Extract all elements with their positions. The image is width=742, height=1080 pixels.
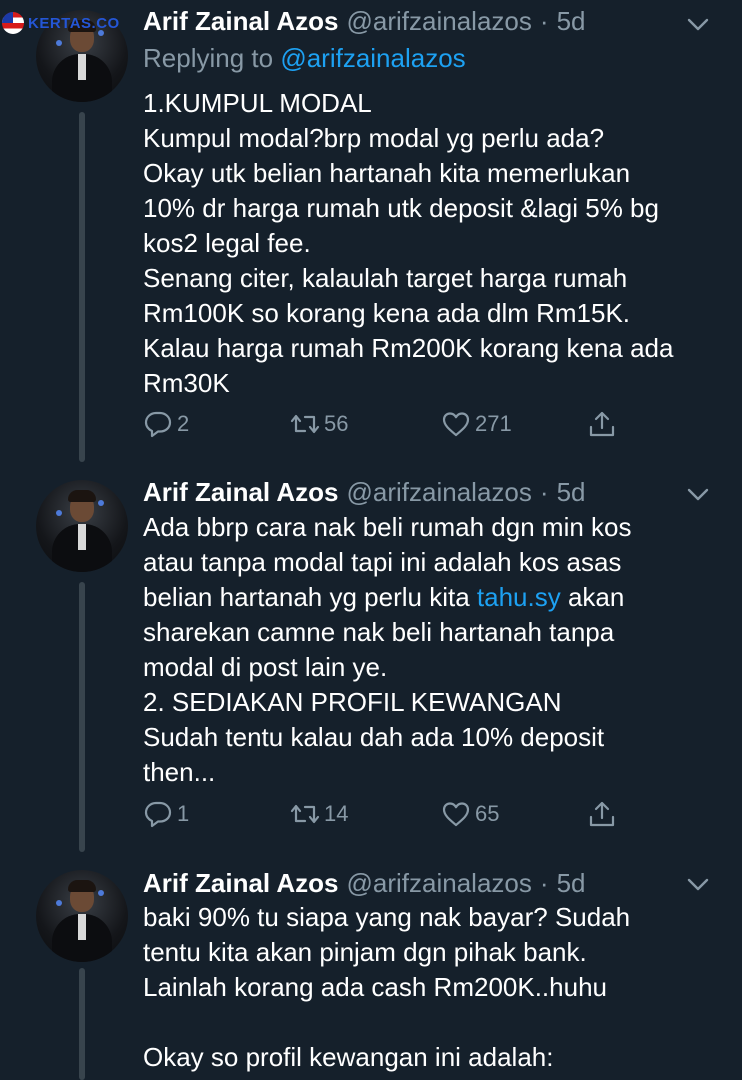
watermark: KERTAS.CO	[2, 12, 120, 34]
heart-icon	[442, 412, 470, 437]
separator-dot: ·	[539, 6, 549, 36]
username-handle[interactable]: @arifzainalazos	[347, 6, 532, 37]
timestamp[interactable]: 5d	[557, 477, 586, 508]
tweet-header: Arif Zainal Azos @arifzainalazos · 5d	[143, 868, 585, 899]
retweet-button[interactable]: 56	[290, 409, 348, 439]
tweet-header: Arif Zainal Azos @arifzainalazos · 5d	[143, 6, 585, 37]
replying-to: Replying to @arifzainalazos	[143, 43, 466, 74]
share-button[interactable]	[587, 409, 617, 439]
reply-count: 1	[177, 801, 190, 826]
separator-dot: ·	[539, 477, 549, 507]
tweet-text: baki 90% tu siapa yang nak bayar? Sudah …	[143, 902, 631, 1072]
replying-to-label: Replying to	[143, 43, 274, 73]
display-name[interactable]: Arif Zainal Azos	[143, 477, 339, 508]
watermark-text: KERTAS.CO	[28, 14, 120, 32]
tweet-line: Okay utk belian hartanah kita memerlukan	[143, 158, 631, 188]
share-button[interactable]	[587, 799, 617, 829]
malaysia-flag-logo	[2, 12, 24, 34]
separator-dot: ·	[539, 868, 549, 898]
chevron-down-icon[interactable]	[683, 10, 713, 40]
chevron-down-icon[interactable]	[683, 480, 713, 510]
username-handle[interactable]: @arifzainalazos	[347, 477, 532, 508]
tweet-text-part: akan sharekan camne nak beli hartanah ta…	[143, 582, 625, 787]
display-name[interactable]: Arif Zainal Azos	[143, 6, 339, 37]
display-name[interactable]: Arif Zainal Azos	[143, 868, 339, 899]
reply-icon	[144, 801, 172, 828]
heart-icon	[442, 802, 470, 827]
avatar[interactable]	[36, 480, 128, 572]
tweet-line: Kalau harga rumah Rm200K korang kena ada	[143, 333, 674, 363]
retweet-button[interactable]: 14	[290, 799, 348, 829]
tweet-actions: 1 14 65	[143, 799, 623, 835]
tweet-text: Ada bbrp cara nak beli rumah dgn min kos…	[143, 510, 733, 790]
retweet-icon	[290, 804, 320, 824]
chevron-down-icon[interactable]	[683, 870, 713, 900]
thread-line	[79, 112, 85, 462]
tweet-line: Senang citer, kalaulah target harga ruma…	[143, 263, 628, 293]
like-count: 65	[475, 801, 500, 826]
timestamp[interactable]: 5d	[557, 868, 586, 899]
retweet-icon	[290, 414, 320, 434]
thread-line	[79, 582, 85, 852]
thread-line	[79, 968, 85, 1080]
like-button[interactable]: 65	[441, 799, 499, 829]
tweet-line: 10% dr harga rumah utk deposit &lagi 5% …	[143, 193, 659, 223]
retweet-count: 56	[324, 411, 349, 436]
avatar[interactable]	[36, 870, 128, 962]
reply-count: 2	[177, 411, 190, 436]
reply-icon	[144, 411, 172, 438]
twitter-thread-screen: KERTAS.CO Arif Zainal Azos @arifzainalaz…	[0, 0, 742, 1080]
share-icon	[589, 411, 615, 437]
like-button[interactable]: 271	[441, 409, 512, 439]
retweet-count: 14	[324, 801, 349, 826]
tweet-line: Kumpul modal?brp modal yg perlu ada?	[143, 123, 605, 153]
reply-button[interactable]: 2	[143, 409, 189, 439]
tweet-line: Rm30K	[143, 368, 230, 398]
tweet-line: Rm100K so korang kena ada dlm Rm15K.	[143, 298, 631, 328]
tweet-line: kos2 legal fee.	[143, 228, 311, 258]
timestamp[interactable]: 5d	[557, 6, 586, 37]
tweet-header: Arif Zainal Azos @arifzainalazos · 5d	[143, 477, 585, 508]
tweet-link[interactable]: tahu.sy	[477, 582, 561, 612]
reply-button[interactable]: 1	[143, 799, 189, 829]
like-count: 271	[475, 411, 512, 436]
share-icon	[589, 801, 615, 827]
replying-to-handle-link[interactable]: @arifzainalazos	[280, 43, 465, 73]
username-handle[interactable]: @arifzainalazos	[347, 868, 532, 899]
tweet-text: 1.KUMPUL MODAL Kumpul modal?brp modal yg …	[143, 86, 733, 401]
tweet-actions: 2 56 271	[143, 409, 623, 445]
tweet-line: 1.KUMPUL MODAL	[143, 88, 372, 118]
